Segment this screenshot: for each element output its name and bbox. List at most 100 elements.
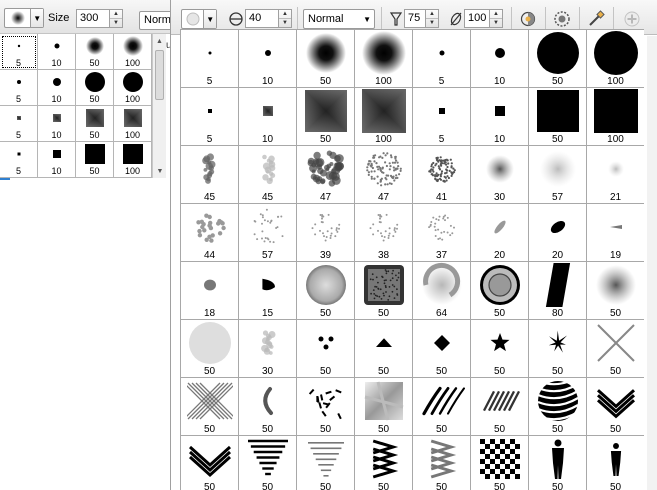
brush-preset-triangle[interactable]: 50	[355, 320, 413, 378]
brush-preset-button[interactable]: ▼	[181, 9, 217, 29]
brush-preset-sparse[interactable]: 39	[297, 204, 355, 262]
brush-preset-sqs[interactable]: 100	[355, 88, 413, 146]
angle-input[interactable]: 40	[245, 9, 279, 28]
brush-preset-personSmall[interactable]: 50	[587, 436, 644, 490]
brush-preset-ring[interactable]: 50	[297, 262, 355, 320]
flow-input[interactable]: 100	[464, 9, 490, 28]
brush-preset-noise[interactable]: 47	[355, 146, 413, 204]
scrollbar[interactable]	[647, 36, 657, 490]
brush-preset-blobDark[interactable]: 15	[239, 262, 297, 320]
brush-preset-star[interactable]: 50	[471, 320, 529, 378]
brush-preset-smallStroke[interactable]: 19	[587, 204, 644, 262]
brush-preset-stippleLight[interactable]: 45	[239, 146, 297, 204]
brush-preset-sq[interactable]: 5	[0, 142, 38, 178]
brush-preset-chevronRightGray[interactable]: 50	[413, 436, 471, 490]
brush-preset-softGray[interactable]: 30	[471, 146, 529, 204]
stepper-up-icon[interactable]: ▲	[490, 10, 502, 18]
brush-preset-zebra[interactable]: 50	[529, 378, 587, 436]
brush-preset-button[interactable]: ▼	[4, 8, 44, 28]
brush-preset-dot[interactable]: 50	[529, 30, 587, 88]
brush-preset-sqs[interactable]: 10	[239, 88, 297, 146]
brush-preset-dot[interactable]: 100	[587, 30, 644, 88]
brush-preset-hatch[interactable]: 50	[181, 378, 239, 436]
brush-preset-splat[interactable]: 47	[297, 146, 355, 204]
flow-stepper[interactable]: ▲ ▼	[489, 9, 503, 28]
scroll-thumb[interactable]	[155, 50, 164, 100]
blend-mode-select[interactable]: Normal ▼	[303, 9, 375, 29]
brush-preset-chevronDown[interactable]: 50	[181, 436, 239, 490]
scrollbar[interactable]: ▲ ▼	[152, 34, 166, 178]
brush-preset-sqs[interactable]: 100	[114, 106, 152, 142]
size-input[interactable]: 300	[76, 9, 110, 28]
brush-preset-sqs[interactable]: 10	[38, 106, 76, 142]
brush-preset-dot[interactable]: 10	[38, 70, 76, 106]
brush-preset-soft[interactable]: 100	[114, 34, 152, 70]
brush-preset-chevronDown[interactable]: 50	[587, 378, 644, 436]
stepper-up-icon[interactable]: ▲	[279, 10, 291, 18]
brush-preset-funnelLight[interactable]: 50	[297, 436, 355, 490]
brush-preset-funnel[interactable]: 50	[239, 436, 297, 490]
brush-preset-softGray[interactable]: 50	[587, 262, 644, 320]
brush-preset-diamond[interactable]: 50	[413, 320, 471, 378]
brush-preset-sq[interactable]: 50	[76, 142, 114, 178]
brush-preset-dot[interactable]: 5	[181, 30, 239, 88]
brush-preset-sqs[interactable]: 50	[297, 88, 355, 146]
brush-preset-stippleLight[interactable]: 30	[239, 320, 297, 378]
brush-settings-button[interactable]	[551, 8, 573, 30]
brush-preset-dot[interactable]: 10	[471, 30, 529, 88]
size-stepper[interactable]: ▲ ▼	[109, 9, 123, 28]
stepper-down-icon[interactable]: ▼	[279, 18, 291, 27]
brush-preset-sqs[interactable]: 50	[76, 106, 114, 142]
stepper-down-icon[interactable]: ▼	[110, 18, 122, 27]
brush-preset-sqs[interactable]: 5	[0, 106, 38, 142]
brush-preset-soft[interactable]: 100	[355, 30, 413, 88]
brush-preset-scatterMarks[interactable]: 50	[297, 378, 355, 436]
brush-preset-swirl[interactable]: 64	[413, 262, 471, 320]
opacity-input[interactable]: 75	[404, 9, 426, 28]
brush-preset-sq[interactable]: 100	[114, 142, 152, 178]
brush-preset-dot[interactable]: 10	[38, 34, 76, 70]
brush-preset-soft[interactable]: 50	[297, 30, 355, 88]
brush-preset-sq[interactable]: 5	[181, 88, 239, 146]
brush-preset-sparse[interactable]: 37	[413, 204, 471, 262]
stepper-down-icon[interactable]: ▼	[426, 18, 438, 27]
brush-preset-dot[interactable]: 5	[413, 30, 471, 88]
brush-preset-dot[interactable]: 5	[0, 34, 38, 70]
angle-stepper[interactable]: ▲ ▼	[278, 9, 292, 28]
brush-preset-target[interactable]: 50	[471, 262, 529, 320]
brush-preset-dot[interactable]: 100	[114, 70, 152, 106]
brush-preset-person[interactable]: 50	[529, 436, 587, 490]
add-preset-button[interactable]	[621, 8, 643, 30]
brush-preset-frame[interactable]: 50	[355, 262, 413, 320]
brush-preset-sq[interactable]: 10	[471, 88, 529, 146]
brush-preset-dot[interactable]: 50	[76, 70, 114, 106]
brush-preset-hook[interactable]: 50	[239, 378, 297, 436]
brush-preset-starburst[interactable]: 50	[529, 320, 587, 378]
pressure-opacity-button[interactable]	[517, 8, 539, 30]
stepper-down-icon[interactable]: ▼	[490, 18, 502, 27]
brush-preset-dot[interactable]: 10	[239, 30, 297, 88]
brush-preset-sparse[interactable]: 57	[239, 204, 297, 262]
scroll-up-icon[interactable]: ▲	[153, 34, 166, 48]
stepper-up-icon[interactable]: ▲	[110, 10, 122, 18]
brush-preset-diagStripes[interactable]: 50	[471, 378, 529, 436]
brush-preset-dotsCluster[interactable]: 44	[181, 204, 239, 262]
brush-preset-leafDark[interactable]: 20	[529, 204, 587, 262]
airbrush-button[interactable]	[585, 8, 607, 30]
brush-preset-soft[interactable]: 50	[76, 34, 114, 70]
brush-preset-cross[interactable]: 50	[587, 320, 644, 378]
brush-preset-sparse[interactable]: 38	[355, 204, 413, 262]
brush-preset-claws[interactable]: 50	[413, 378, 471, 436]
brush-preset-sq[interactable]: 5	[413, 88, 471, 146]
brush-preset-threeDots[interactable]: 50	[297, 320, 355, 378]
brush-preset-crumple[interactable]: 50	[355, 378, 413, 436]
brush-preset-sq[interactable]: 10	[38, 142, 76, 178]
brush-preset-stipple[interactable]: 45	[181, 146, 239, 204]
brush-preset-softLight[interactable]: 21	[587, 146, 644, 204]
brush-preset-parallelogram[interactable]: 80	[529, 262, 587, 320]
brush-preset-softLight[interactable]: 57	[529, 146, 587, 204]
brush-preset-noiseDark[interactable]: 41	[413, 146, 471, 204]
brush-preset-dot[interactable]: 5	[0, 70, 38, 106]
brush-preset-blob[interactable]: 18	[181, 262, 239, 320]
brush-preset-chevronRight[interactable]: 50	[355, 436, 413, 490]
